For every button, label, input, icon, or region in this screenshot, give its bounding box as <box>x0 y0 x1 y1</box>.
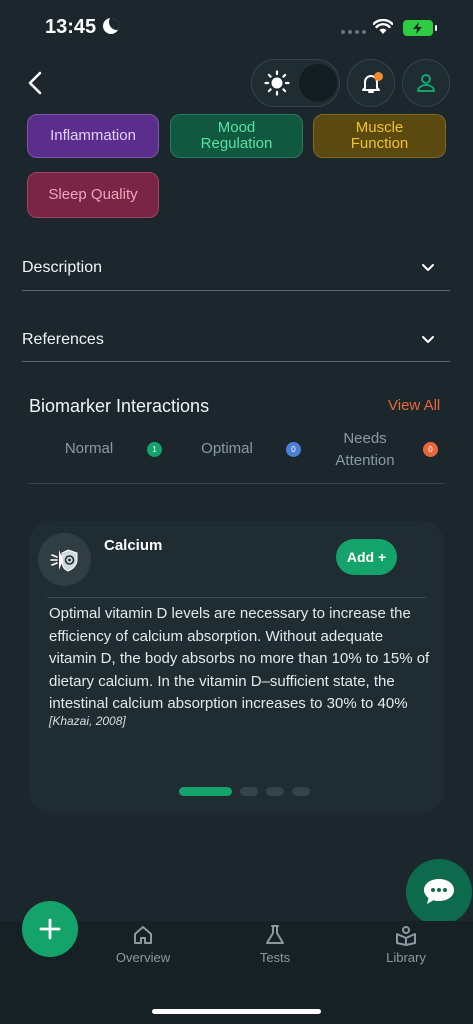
tag-muscle-function[interactable]: Muscle Function <box>313 114 446 158</box>
view-all-link[interactable]: View All <box>388 397 440 414</box>
back-button[interactable] <box>20 68 50 98</box>
notifications-button[interactable] <box>347 59 395 107</box>
toggle-knob <box>299 64 337 102</box>
user-icon <box>417 74 435 92</box>
card-body-text: Optimal vitamin D levels are necessary t… <box>49 605 430 712</box>
nav-library[interactable]: Library <box>366 924 446 965</box>
tag-sleep-quality[interactable]: Sleep Quality <box>27 172 159 218</box>
section-title: Biomarker Interactions <box>29 396 210 416</box>
carousel-pager <box>179 787 310 796</box>
chevron-down-icon <box>422 336 434 343</box>
pager-dot[interactable] <box>266 787 284 796</box>
pager-dot[interactable] <box>292 787 310 796</box>
legend-label: Normal <box>64 440 114 457</box>
shield-icon <box>49 548 77 572</box>
chevron-left-icon <box>28 71 42 95</box>
tag-mood-regulation[interactable]: Mood Regulation <box>170 114 303 158</box>
add-fab[interactable] <box>22 901 78 957</box>
chat-button[interactable] <box>406 859 472 925</box>
divider <box>22 361 450 362</box>
nav-overview[interactable]: Overview <box>103 924 183 965</box>
accordion-description-label: Description <box>22 259 103 276</box>
divider <box>47 597 426 598</box>
chevron-down-icon <box>422 264 434 271</box>
status-time: 13:45 <box>45 16 97 38</box>
pager-dot[interactable] <box>179 787 232 796</box>
pager-dot[interactable] <box>240 787 258 796</box>
divider <box>22 290 450 291</box>
card-body: Optimal vitamin D levels are necessary t… <box>49 603 434 738</box>
nav-label: Overview <box>115 950 171 965</box>
card-title: Calcium <box>104 537 163 554</box>
legend-label: Optimal <box>201 440 253 457</box>
profile-button[interactable] <box>402 59 450 107</box>
nav-label: Library <box>386 950 426 965</box>
battery-icon <box>403 20 437 36</box>
divider <box>28 483 445 484</box>
library-icon <box>396 926 416 946</box>
interaction-card: Calcium Add + Optimal vitamin D levels a… <box>29 521 444 813</box>
citation[interactable]: [Khazai, 2008] <box>49 714 126 728</box>
chat-icon <box>424 879 454 904</box>
plus-icon <box>39 918 61 940</box>
accordion-references-label: References <box>22 331 104 348</box>
legend-label: Needs Attention <box>335 430 395 469</box>
biomarker-avatar <box>38 533 91 586</box>
home-icon <box>134 926 152 944</box>
nav-tests[interactable]: Tests <box>235 924 315 965</box>
add-button[interactable]: Add + <box>336 539 397 575</box>
wifi-icon <box>373 19 393 34</box>
home-indicator <box>152 1009 321 1014</box>
legend-count-badge: 1 <box>147 442 162 457</box>
theme-toggle[interactable] <box>251 59 340 107</box>
moon-icon <box>103 18 119 34</box>
tag-inflammation[interactable]: Inflammation <box>27 114 159 158</box>
signal-icon <box>341 30 366 34</box>
legend-count-badge: 0 <box>286 442 301 457</box>
notification-dot <box>374 72 383 81</box>
sun-icon <box>264 70 290 96</box>
nav-label: Tests <box>259 950 291 965</box>
flask-icon <box>266 925 284 944</box>
legend-count-badge: 0 <box>423 442 438 457</box>
